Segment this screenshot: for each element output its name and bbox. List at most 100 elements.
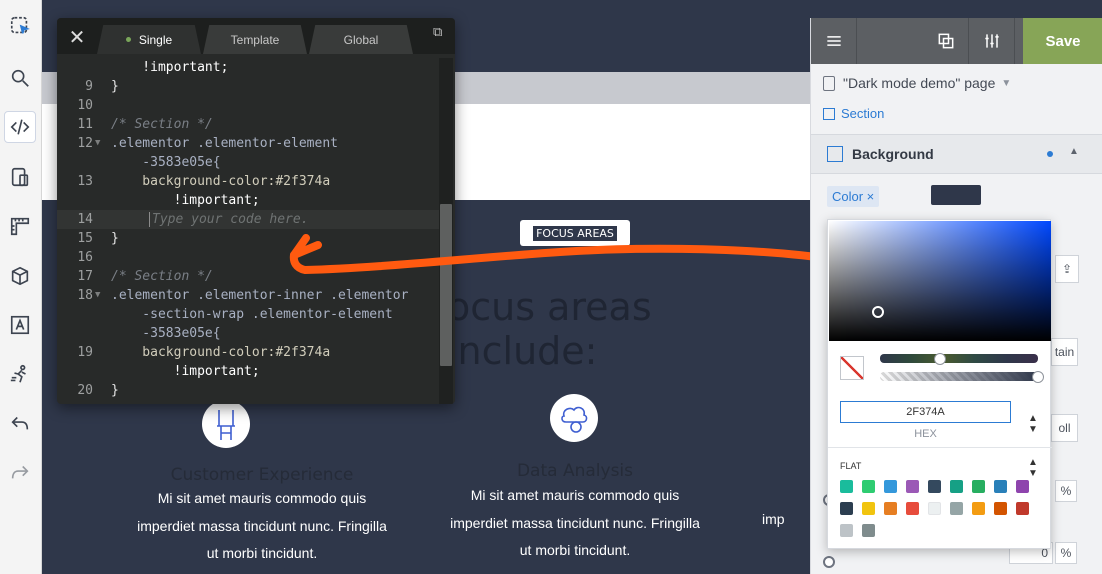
palette-swatch[interactable] (906, 502, 919, 515)
feature-title-data: Data Analysis (516, 461, 634, 481)
feature-line: ut morbi tincidunt. (519, 542, 631, 558)
code-icon[interactable] (4, 111, 36, 143)
palette-swatch[interactable] (994, 502, 1007, 515)
palette-swatch[interactable] (884, 502, 897, 515)
cloud-money-icon (550, 394, 598, 442)
code-line: 9} (85, 79, 119, 94)
hue-knob[interactable] (934, 353, 946, 365)
section-label: Section (841, 106, 885, 121)
format-toggle-icon[interactable]: ▲ ▼ (1028, 413, 1038, 435)
undo-icon[interactable] (4, 407, 36, 439)
code-area[interactable]: !important; 9} 10 11/* Section */ 12 ▼ .el… (57, 58, 441, 400)
focus-areas-badge[interactable]: FOCUS AREAS (520, 220, 630, 246)
search-icon[interactable] (4, 62, 36, 94)
alpha-knob[interactable] (1032, 371, 1044, 383)
page-breadcrumb[interactable]: "Dark mode demo" page ▼ (823, 75, 1011, 91)
palette-swatch[interactable] (862, 502, 875, 515)
palette-swatch[interactable] (840, 480, 853, 493)
color-picker: 2F374A HEX ▲ ▼ FLAT ▲ ▼ (827, 219, 1052, 549)
background-label: Background (852, 146, 934, 162)
tab-global[interactable]: Global (309, 25, 413, 54)
animation-icon[interactable] (4, 358, 36, 390)
code-line: 16 (77, 250, 93, 265)
feature-line: imperdiet massa tincidunt nunc. Fringill… (137, 517, 387, 534)
saturation-knob[interactable] (872, 306, 884, 318)
palette-swatch[interactable] (994, 480, 1007, 493)
code-placeholder: Type your code here. (152, 212, 309, 227)
palette-swatch[interactable] (972, 480, 985, 493)
settings-sliders-icon[interactable] (969, 18, 1015, 64)
hex-label: HEX (914, 428, 937, 440)
active-dot-icon (125, 37, 131, 42)
palette-swatch[interactable] (950, 502, 963, 515)
hamburger-menu-icon[interactable] (811, 18, 857, 64)
navigator-icon[interactable] (923, 18, 969, 64)
palette-swatch[interactable] (840, 502, 853, 515)
palette-swatch[interactable] (928, 480, 941, 493)
upload-icon[interactable]: ⇪ (1055, 255, 1079, 283)
palette-swatch[interactable] (950, 480, 963, 493)
palette-swatch[interactable] (884, 480, 897, 493)
fold-arrow-icon[interactable]: ▼ (95, 134, 100, 153)
code-line: -3583e05e{ (111, 326, 221, 341)
tab-label: Template (230, 32, 280, 47)
palette-label: FLAT (840, 461, 862, 471)
code-line: 10 (77, 98, 93, 113)
save-button[interactable]: Save (1023, 18, 1102, 64)
responsive-icon[interactable] (4, 161, 36, 193)
palette-swatch[interactable] (1016, 480, 1029, 493)
chevron-up-icon[interactable]: ▲ (1069, 146, 1079, 157)
editor-tab-bar: ✕ Single Template Global ⧉ (57, 18, 455, 54)
left-toolbar (0, 0, 42, 574)
select-icon[interactable] (4, 10, 36, 42)
palette-swatch[interactable] (1016, 502, 1029, 515)
palette-swatch[interactable] (840, 524, 853, 537)
divider (828, 447, 1052, 448)
alpha-slider[interactable] (880, 372, 1038, 381)
feature-body-data: Mi sit amet mauris commodo quis imperdie… (425, 482, 725, 565)
unit-percent[interactable]: % (1055, 480, 1077, 502)
section-breadcrumb[interactable]: Section (823, 106, 884, 121)
ruler-icon[interactable] (4, 210, 36, 242)
code-line-current[interactable]: 14 Type your code here. (57, 210, 441, 229)
code-line: 20} (77, 383, 119, 398)
palette-toggle-icon[interactable]: ▲ ▼ (1028, 457, 1038, 479)
color-swatch-button[interactable] (931, 185, 981, 205)
code-line: !important; (111, 193, 260, 208)
tab-single[interactable]: Single (97, 25, 201, 54)
slider-handle[interactable] (823, 556, 835, 568)
feature-line: Mi sit amet mauris commodo quis (157, 490, 367, 506)
hex-input[interactable]: 2F374A (840, 401, 1011, 423)
code-line: -3583e05e{ (111, 155, 221, 170)
code-line: !important; (111, 60, 229, 75)
panel-toolbar: Save (811, 18, 1102, 64)
scroll-select[interactable]: oll (1051, 414, 1078, 442)
font-icon[interactable] (4, 309, 36, 341)
box-icon[interactable] (4, 260, 36, 292)
expand-icon[interactable]: ⧉ (433, 24, 449, 40)
unit-percent[interactable]: % (1055, 542, 1077, 564)
clear-color-icon[interactable] (840, 356, 864, 380)
background-group-header[interactable]: Background ▲ (811, 134, 1102, 174)
hue-slider[interactable] (880, 354, 1038, 363)
tab-label: Single (138, 32, 173, 47)
redo-icon[interactable] (4, 456, 36, 488)
saturation-value-area[interactable] (829, 221, 1051, 341)
focus-areas-label: FOCUS AREAS (533, 225, 617, 241)
palette-swatch[interactable] (862, 480, 875, 493)
palette-swatch[interactable] (928, 502, 941, 515)
palette-swatch[interactable] (862, 524, 875, 537)
editor-scroll-thumb[interactable] (440, 204, 452, 366)
code-line: 18 ▼ .elementor .elementor-inner .elemento… (77, 286, 409, 305)
palette-swatch[interactable] (906, 480, 919, 493)
code-line: 12 ▼ .elementor .elementor-element (77, 134, 338, 153)
fold-arrow-icon[interactable]: ▼ (95, 286, 100, 305)
palette-swatch[interactable] (972, 502, 985, 515)
document-icon (823, 75, 835, 91)
contain-select[interactable]: tain (1051, 338, 1078, 366)
color-tag[interactable]: Color × (827, 186, 880, 207)
feature-line: ut morbi tincidunt. (206, 545, 318, 561)
tab-template[interactable]: Template (203, 25, 307, 54)
close-icon[interactable]: ✕ (65, 25, 89, 49)
feature-line: imperdiet massa tincidunt nunc. Fringill… (450, 514, 700, 531)
